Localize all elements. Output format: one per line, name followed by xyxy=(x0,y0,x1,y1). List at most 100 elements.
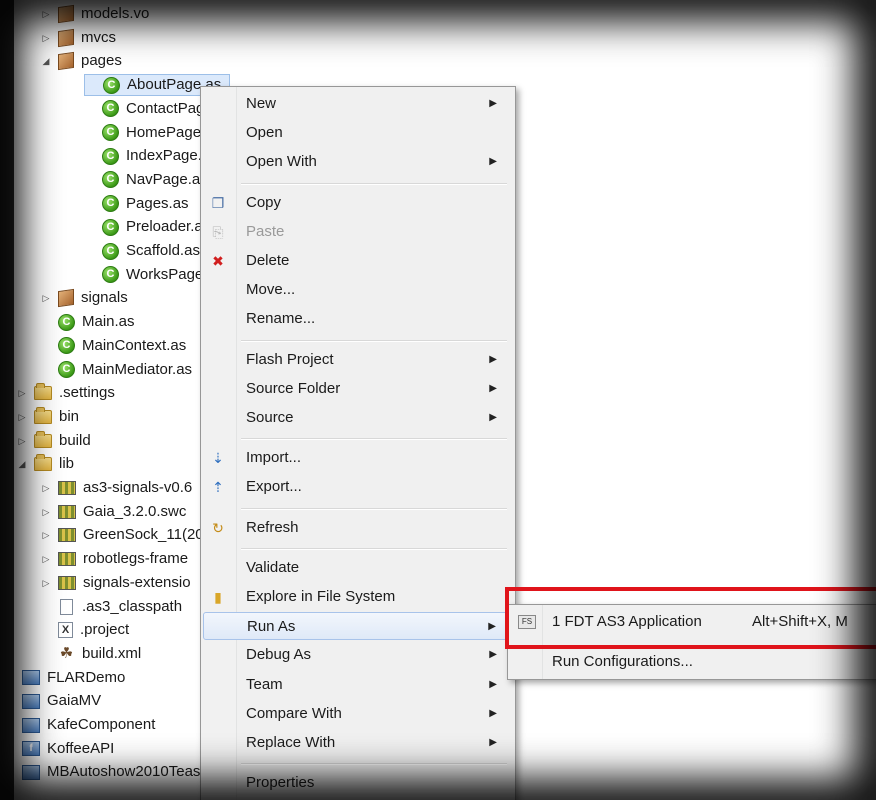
tree-item[interactable]: FLARDemo xyxy=(4,667,125,689)
package-icon xyxy=(58,289,74,308)
class-icon xyxy=(102,218,119,236)
tree-item[interactable]: NavPage.as xyxy=(84,169,208,191)
menu-item-export[interactable]: ⇡ Export... xyxy=(203,473,511,501)
tree-item[interactable]: MainContext.as xyxy=(40,335,186,357)
tree-item[interactable]: ◢ pages xyxy=(40,50,122,72)
menu-item-copy[interactable]: ❐ Copy xyxy=(203,189,511,217)
menu-item-run-as[interactable]: Run As ▶ xyxy=(203,612,511,641)
menu-item-label: Open With xyxy=(246,153,317,171)
submenu-arrow-icon: ▶ xyxy=(489,156,497,168)
tree-item-label: KafeComponent xyxy=(47,716,156,733)
expand-arrow-icon[interactable]: ▷ xyxy=(40,482,52,494)
class-icon xyxy=(102,266,119,284)
expand-arrow-icon[interactable]: ▷ xyxy=(16,435,28,447)
tree-item[interactable]: ◢ lib xyxy=(16,453,74,475)
menu-item-label: Refresh xyxy=(246,518,299,536)
menu-item-label: Source Folder xyxy=(246,379,341,397)
tree-item[interactable]: X .project xyxy=(40,619,129,641)
package-icon xyxy=(58,52,74,71)
package-icon xyxy=(58,28,74,47)
menu-item-team[interactable]: Team ▶ xyxy=(203,671,511,699)
refresh-icon: ↻ xyxy=(212,519,224,536)
menu-item-open[interactable]: Open xyxy=(203,119,511,147)
class-icon xyxy=(102,171,119,189)
tree-item[interactable]: MainMediator.as xyxy=(40,359,192,381)
menu-item-new[interactable]: New ▶ xyxy=(203,90,511,118)
menu-item-flash-project[interactable]: Flash Project ▶ xyxy=(203,346,511,374)
menu-item-rename[interactable]: Rename... xyxy=(203,305,511,333)
menu-item-refresh[interactable]: ↻ Refresh xyxy=(203,514,511,542)
tree-item[interactable]: ☘ build.xml xyxy=(40,643,141,665)
tree-item[interactable]: IndexPage.as xyxy=(84,145,218,167)
tree-item[interactable]: Main.as xyxy=(40,311,135,333)
tree-item[interactable]: ▷ build xyxy=(16,430,91,452)
class-icon xyxy=(103,76,120,94)
menu-item-open-with[interactable]: Open With ▶ xyxy=(203,148,511,176)
menu-item-debug-as[interactable]: Debug As ▶ xyxy=(203,641,511,669)
tree-item[interactable]: ▷ Gaia_3.2.0.swc xyxy=(40,501,187,523)
tree-item[interactable]: MBAutoshow2010Tease xyxy=(4,761,209,783)
tree-item[interactable]: .as3_classpath xyxy=(40,596,182,618)
expand-arrow-icon[interactable]: ▷ xyxy=(40,553,52,565)
expand-arrow-icon[interactable]: ▷ xyxy=(40,577,52,589)
tree-item[interactable]: Pages.as xyxy=(84,193,189,215)
expand-arrow-icon[interactable]: ▷ xyxy=(40,506,52,518)
menu-item-delete[interactable]: ✖ Delete xyxy=(203,247,511,275)
xml-file-icon: X xyxy=(58,622,73,639)
expand-arrow-icon[interactable]: ▷ xyxy=(16,411,28,423)
expand-arrow-icon[interactable]: ▷ xyxy=(40,32,52,44)
tree-item[interactable]: GaiaMV xyxy=(4,690,101,712)
tree-item[interactable]: f KoffeeAPI xyxy=(4,738,114,760)
tree-item[interactable]: Preloader.as xyxy=(84,216,210,238)
tree-item[interactable]: ▷ as3-signals-v0.6 xyxy=(40,477,193,499)
menu-separator xyxy=(241,507,507,510)
expand-arrow-icon[interactable]: ▷ xyxy=(16,387,28,399)
menu-item-compare-with[interactable]: Compare With ▶ xyxy=(203,700,511,728)
menu-item-label: Move... xyxy=(246,281,296,299)
collapse-arrow-icon[interactable]: ◢ xyxy=(16,458,28,470)
tree-item[interactable]: Scaffold.as xyxy=(84,240,200,262)
class-icon xyxy=(102,195,119,213)
menu-item-import[interactable]: ⇣ Import... xyxy=(203,444,511,472)
tree-item[interactable]: ▷ GreenSock_11(20 xyxy=(40,524,204,546)
tree-item[interactable]: ▷ mvcs xyxy=(40,27,116,49)
menu-item-label: Properties xyxy=(246,774,315,792)
tree-item[interactable]: ▷ robotlegs-frame xyxy=(40,548,189,570)
file-icon xyxy=(60,598,73,615)
menu-item-move[interactable]: Move... xyxy=(203,276,511,304)
tree-item[interactable]: ▷ bin xyxy=(16,406,79,428)
menu-separator xyxy=(241,763,507,766)
expand-arrow-icon[interactable]: ▷ xyxy=(40,529,52,541)
submenu-arrow-icon: ▶ xyxy=(489,707,497,719)
tree-item-label: KoffeeAPI xyxy=(47,739,115,757)
collapse-arrow-icon[interactable]: ◢ xyxy=(40,55,52,67)
expand-arrow-icon[interactable]: ▷ xyxy=(40,8,52,20)
folder-icon xyxy=(34,383,52,401)
menu-item-properties[interactable]: Properties xyxy=(203,769,511,797)
tree-item-label: build xyxy=(59,431,91,449)
menu-item-label: Rename... xyxy=(246,310,316,328)
submenu-arrow-icon: ▶ xyxy=(489,98,497,109)
tree-item[interactable]: ▷ signals-extensio xyxy=(40,572,191,594)
menu-item-source[interactable]: Source ▶ xyxy=(203,404,511,432)
menu-item-source-folder[interactable]: Source Folder ▶ xyxy=(203,375,511,403)
tree-item[interactable]: ▷ models.vo xyxy=(40,3,149,25)
tree-item-label: FLARDemo xyxy=(47,668,126,686)
class-icon xyxy=(58,313,75,331)
tree-item[interactable]: KafeComponent xyxy=(4,714,155,736)
tree-item[interactable]: ▷ signals xyxy=(40,287,128,309)
menu-item-label: Validate xyxy=(246,558,300,576)
menu-item-explore-in-file-system[interactable]: ▮ Explore in File System xyxy=(203,583,511,611)
copy-icon: ❐ xyxy=(211,194,225,211)
menu-item-validate[interactable]: Validate xyxy=(203,554,511,582)
menu-item-replace-with[interactable]: Replace With ▶ xyxy=(203,729,511,757)
submenu-item-run-configurations[interactable]: Run Configurations... xyxy=(510,648,876,676)
expand-arrow-icon[interactable]: ▷ xyxy=(40,292,52,304)
submenu-item-label: Run Configurations... xyxy=(552,653,693,670)
tree-item[interactable]: ▷ .settings xyxy=(16,382,115,404)
